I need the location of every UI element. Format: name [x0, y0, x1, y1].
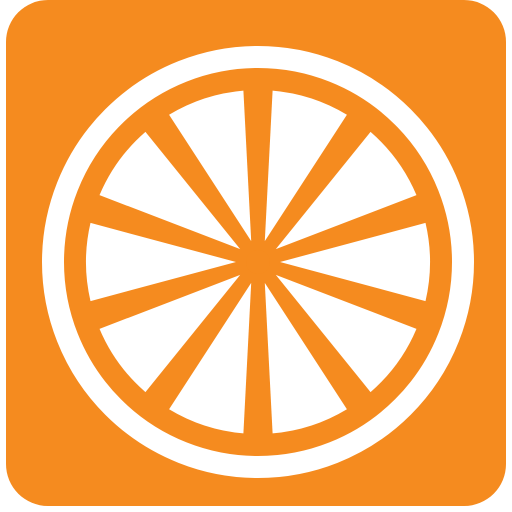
orange-slice-icon [6, 0, 506, 506]
app-icon-canvas [0, 0, 512, 512]
orange-center [246, 250, 270, 274]
app-icon-tile[interactable] [6, 0, 506, 506]
